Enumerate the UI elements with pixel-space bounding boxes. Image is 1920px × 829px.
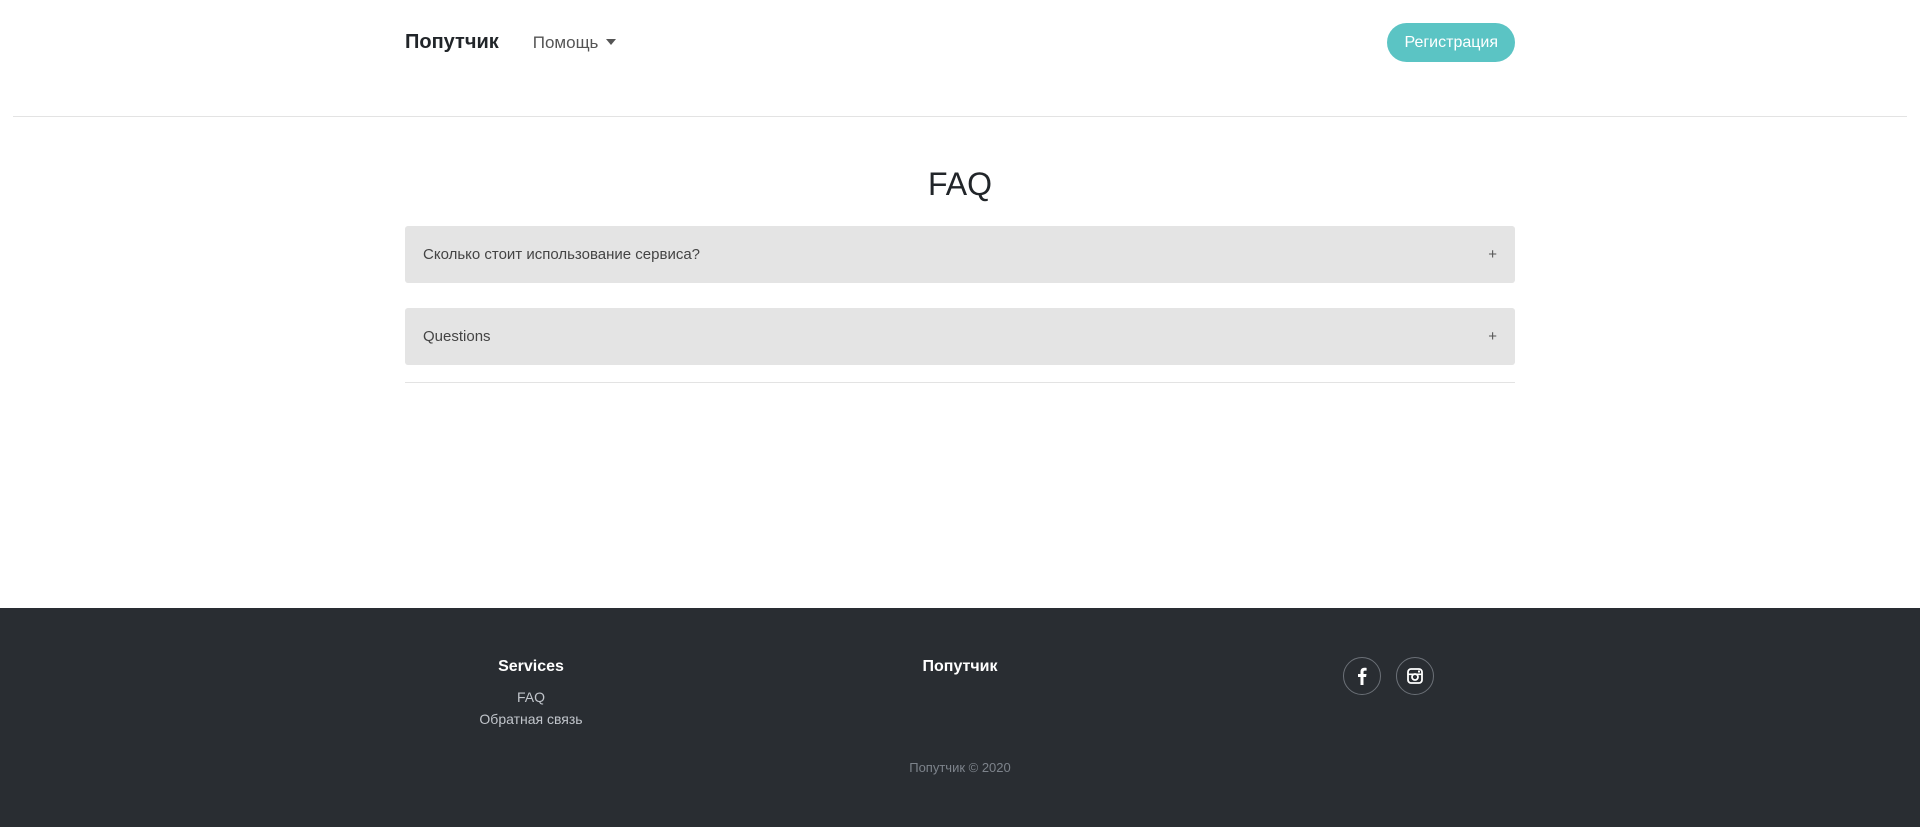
register-button[interactable]: Регистрация [1387, 23, 1515, 62]
main-content: FAQ Сколько стоит использование сервиса?… [405, 117, 1515, 383]
help-dropdown-label: Помощь [532, 32, 599, 52]
content-divider [405, 382, 1515, 383]
page-title: FAQ [927, 166, 992, 202]
footer-brand-column: Попутчик [860, 658, 1060, 686]
social-links [1343, 657, 1434, 695]
faq-question: Questions [423, 328, 491, 345]
footer-services-column: Services FAQ Обратная связь [431, 658, 631, 730]
copyright-text: Попутчик © 2020 [909, 760, 1011, 775]
footer-services-heading: Services [498, 658, 564, 675]
site-footer: Services FAQ Обратная связь Попутчик Поп… [0, 608, 1920, 827]
footer-link-faq[interactable]: FAQ [431, 686, 631, 708]
faq-list: Сколько стоит использование сервиса? + Q… [405, 226, 1515, 365]
expand-icon[interactable]: + [1488, 328, 1497, 345]
instagram-button[interactable] [1396, 657, 1434, 695]
caret-down-icon [606, 38, 617, 45]
faq-item-cost[interactable]: Сколько стоит использование сервиса? + [405, 226, 1515, 283]
expand-icon[interactable]: + [1488, 246, 1497, 263]
footer-brand-heading: Попутчик [922, 658, 998, 675]
facebook-button[interactable] [1343, 657, 1381, 695]
faq-item-questions[interactable]: Questions + [405, 308, 1515, 365]
brand-logo[interactable]: Попутчик [405, 31, 499, 54]
faq-question: Сколько стоит использование сервиса? [423, 246, 701, 263]
site-header: Попутчик Помощь Регистрация [0, 0, 1920, 117]
navbar: Попутчик Помощь Регистрация [405, 0, 1515, 85]
help-dropdown[interactable]: Помощь [533, 33, 617, 53]
instagram-icon [1407, 668, 1423, 684]
facebook-icon [1358, 667, 1367, 685]
footer-link-feedback[interactable]: Обратная связь [431, 708, 631, 730]
page: Попутчик Помощь Регистрация FAQ Сколько … [0, 0, 1920, 829]
